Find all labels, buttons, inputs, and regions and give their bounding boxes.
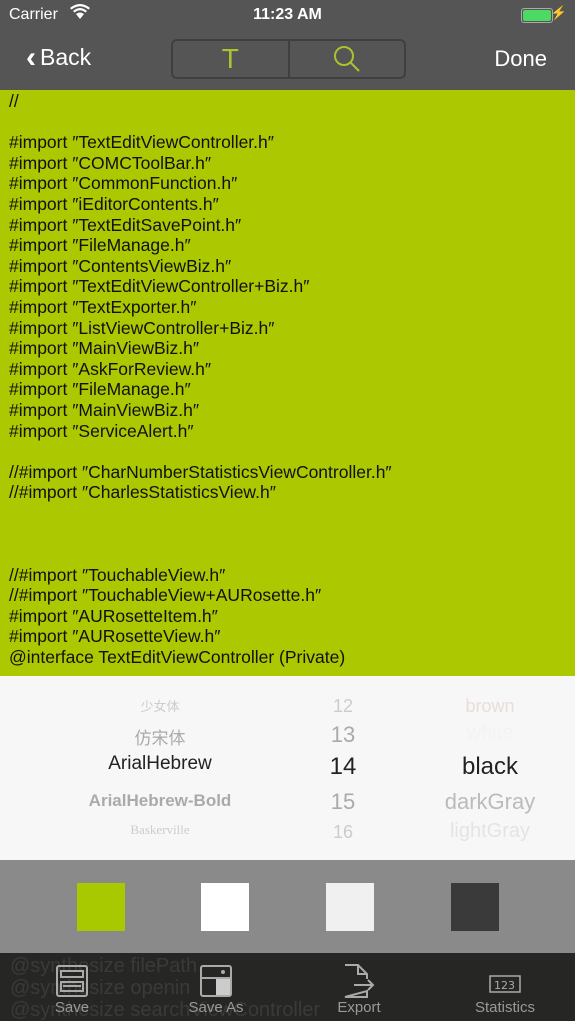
code-line: #import ″TextExporter.h″ <box>9 296 197 317</box>
picker-option[interactable]: 少女体 <box>60 696 260 715</box>
export-icon <box>344 964 375 998</box>
code-line: #import ″TextEditViewController.h″ <box>9 132 274 153</box>
picker-option[interactable]: 12 <box>303 696 383 717</box>
code-line: //#import ″CharlesStatisticsView.h″ <box>9 482 276 503</box>
charging-icon: ⚡ <box>550 5 567 20</box>
font-picker[interactable]: 少女体仿宋体 ArialHebrew ArialHebrew-Bold Baskerv… <box>0 676 575 860</box>
svg-text:123: 123 <box>494 979 515 992</box>
code-line: #import ″AskForReview.h″ <box>9 358 212 379</box>
code-line: //#import ″TouchableView+AURosette.h″ <box>9 585 322 606</box>
save-button[interactable]: Save <box>22 961 122 1016</box>
save-as-button[interactable]: Save As <box>166 961 266 1016</box>
swatch-green[interactable] <box>77 883 125 931</box>
picker-option[interactable]: Baskerville <box>60 822 260 838</box>
search-segment[interactable] <box>290 41 405 77</box>
code-line: #import ″AURosetteView.h″ <box>9 626 221 647</box>
status-bar: Carrier 11:23 AM ⚡ <box>0 0 575 30</box>
code-line: //#import ″CharNumberStatisticsViewContr… <box>9 461 392 482</box>
picker-option[interactable]: black <box>420 753 560 781</box>
picker-option[interactable]: 13 <box>303 722 383 748</box>
background-color-bar <box>0 860 575 953</box>
picker-option[interactable]: white <box>420 722 560 745</box>
picker-option[interactable]: 16 <box>303 822 383 843</box>
code-line: #import ″COMCToolBar.h″ <box>9 152 212 173</box>
code-line: //#import ″TouchableView.h″ <box>9 564 226 585</box>
back-label: Back <box>40 44 92 70</box>
code-editor[interactable]: //#import ″TextEditViewController.h″ #imp… <box>0 90 575 676</box>
code-line: @interface TextEditViewController (Priva… <box>9 647 346 668</box>
text-format-segment[interactable]: T <box>173 41 290 77</box>
picker-option[interactable]: 仿宋体 <box>60 724 260 749</box>
swatch-white[interactable] <box>201 883 249 931</box>
back-button[interactable]: ‹ Back <box>26 40 92 74</box>
code-line: #import ″AURosetteItem.h″ <box>9 605 218 626</box>
picker-option[interactable]: ArialHebrew-Bold <box>60 791 260 811</box>
save-icon <box>56 965 88 997</box>
navigation-bar: ‹ Back T Done <box>0 30 575 90</box>
text-icon: T <box>221 43 239 74</box>
mode-segmented-control: T <box>171 39 406 79</box>
picker-option[interactable]: 15 <box>303 789 383 815</box>
statistics-icon: 123 <box>489 975 521 993</box>
swatch-light-gray[interactable] <box>326 883 374 931</box>
export-button[interactable]: Export <box>309 961 409 1016</box>
code-line: #import ″CommonFunction.h″ <box>9 173 238 194</box>
code-line: #import ″ContentsViewBiz.h″ <box>9 255 232 276</box>
code-line: #import ″TextEditViewController+Biz.h″ <box>9 276 310 297</box>
clock: 11:23 AM <box>253 6 322 23</box>
code-line: #import ″FileManage.h″ <box>9 235 191 256</box>
picker-option[interactable]: lightGray <box>420 820 560 843</box>
code-line: // <box>9 91 19 111</box>
picker-option[interactable]: darkGray <box>420 789 560 815</box>
code-line: #import ″ServiceAlert.h″ <box>9 420 194 441</box>
text-color-wheel[interactable]: brown white black darkGray lightGray <box>420 676 560 860</box>
swatch-dark-gray[interactable] <box>451 883 499 931</box>
search-icon <box>333 46 360 72</box>
statistics-button[interactable]: 123 Statistics <box>455 961 555 1016</box>
code-line: #import ″iEditorContents.h″ <box>9 193 219 214</box>
font-name-wheel[interactable]: 少女体仿宋体 ArialHebrew ArialHebrew-Bold Baskerv… <box>60 676 260 860</box>
picker-option[interactable]: ArialHebrew <box>60 753 260 775</box>
picker-option[interactable]: brown <box>420 696 560 717</box>
code-line: #import ″ListViewController+Biz.h″ <box>9 317 275 338</box>
done-button[interactable]: Done <box>494 46 547 72</box>
code-line: #import ″FileManage.h″ <box>9 379 191 400</box>
floppy-disk-icon <box>200 965 232 997</box>
code-line: #import ″MainViewBiz.h″ <box>9 399 200 420</box>
bottom-toolbar: @synthesize filePath @synthesize openin … <box>0 953 575 1021</box>
battery-icon <box>521 8 553 23</box>
code-line: #import ″TextEditSavePoint.h″ <box>9 214 242 235</box>
picker-option[interactable]: 14 <box>303 753 383 781</box>
chevron-left-icon: ‹ <box>26 40 36 74</box>
font-size-wheel[interactable]: 12 13 14 15 16 <box>303 676 383 860</box>
code-line: #import ″MainViewBiz.h″ <box>9 338 200 359</box>
